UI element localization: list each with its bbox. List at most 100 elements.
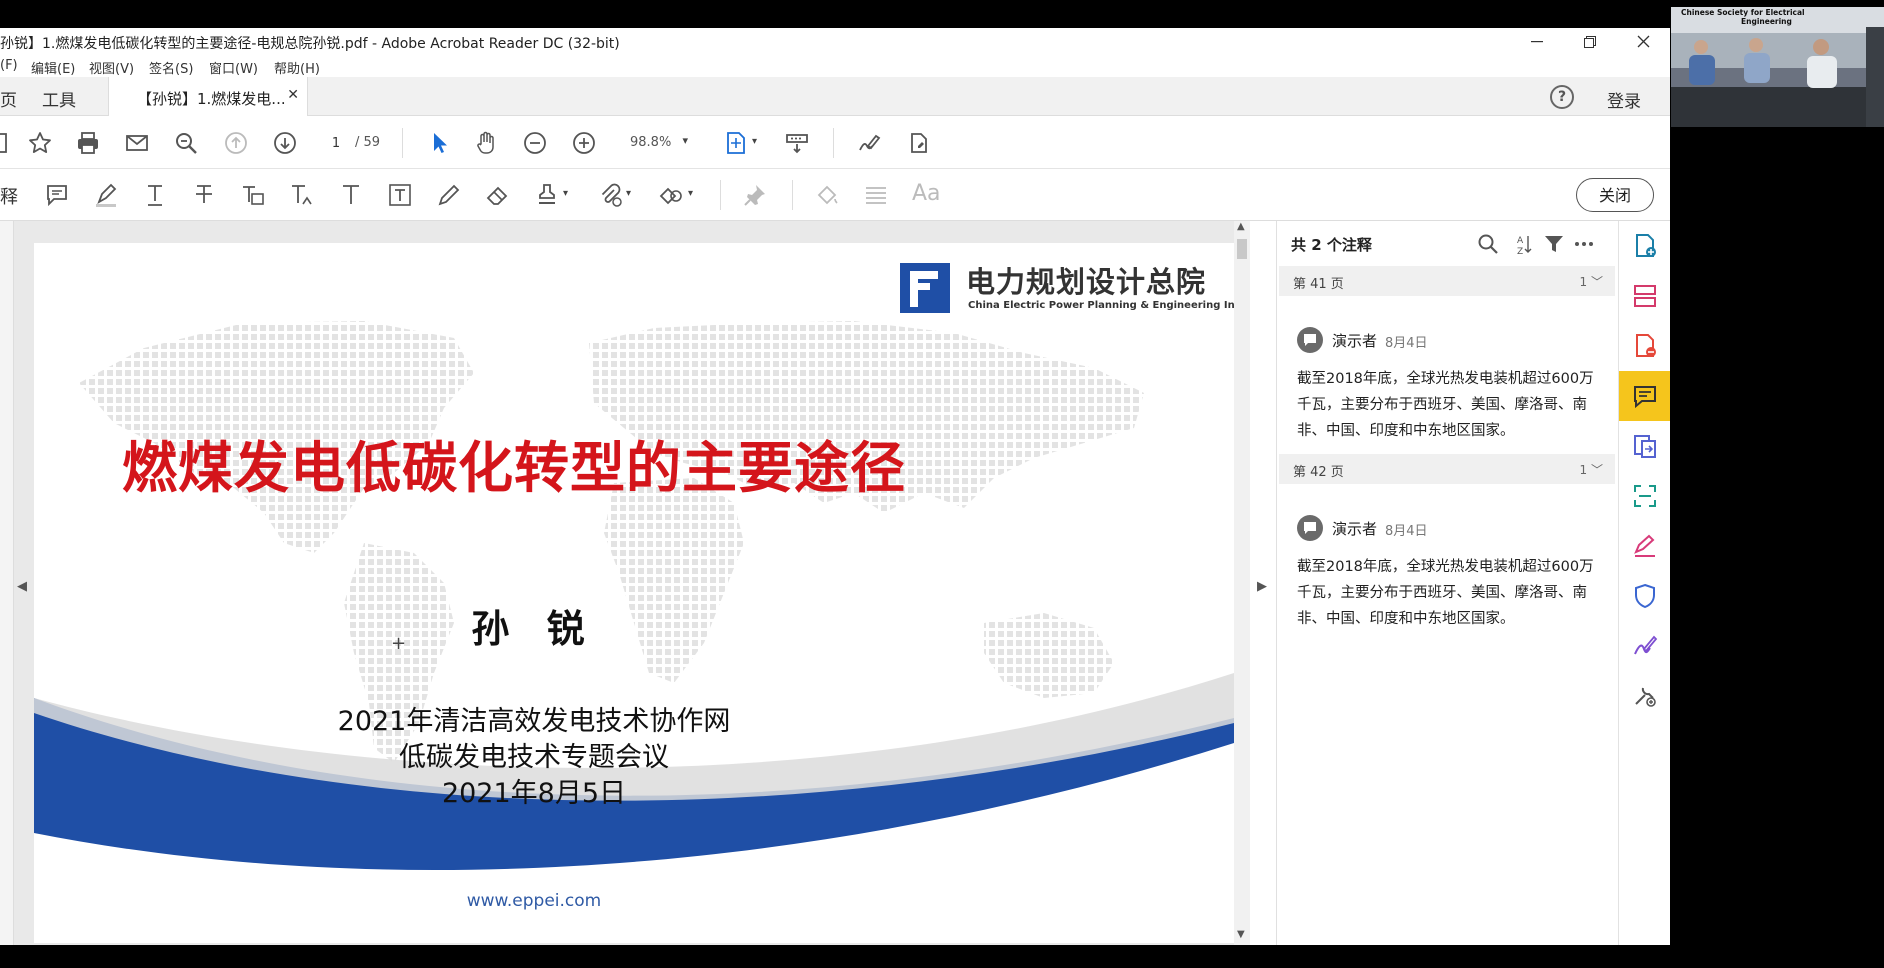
comments-count-header: 共 2 个注释 [1291, 236, 1372, 254]
hand-tool-icon[interactable] [471, 128, 501, 158]
menu-sign[interactable]: 签名(S) [149, 58, 193, 77]
menu-view[interactable]: 视图(V) [89, 58, 134, 77]
help-icon[interactable]: ? [1550, 85, 1574, 109]
previous-page-icon[interactable] [221, 128, 251, 158]
protect-tool-icon[interactable] [1619, 571, 1670, 621]
comment-text[interactable]: 截至2018年底，全球光热发电装机超过600万千瓦，主要分布于西班牙、美国、摩洛… [1297, 554, 1607, 632]
menu-edit[interactable]: 编辑(E) [31, 58, 75, 77]
combine-files-tool-icon[interactable] [1619, 421, 1670, 471]
attach-chevron-icon[interactable]: ▾ [626, 188, 631, 199]
scroll-down-icon[interactable]: ▼ [1237, 929, 1245, 940]
shapes-chevron-icon[interactable]: ▾ [688, 188, 693, 199]
zoom-in-icon[interactable] [569, 128, 599, 158]
close-window-button[interactable] [1620, 28, 1666, 55]
comment-toolbar-label: 注释 [0, 187, 18, 208]
document-viewer[interactable]: ◀ 电力规划设计总院 China Electric Power Planning… [0, 221, 1276, 945]
comment-date: 8月4日 [1385, 336, 1428, 351]
zoom-select[interactable]: 98.8% ▾ [618, 131, 694, 155]
search-icon[interactable] [171, 128, 201, 158]
restore-button[interactable] [1567, 28, 1613, 55]
stamp-icon[interactable] [532, 180, 562, 210]
add-text-icon[interactable] [336, 180, 366, 210]
comment-tool-icon[interactable] [1619, 371, 1670, 421]
pencil-icon[interactable] [434, 180, 464, 210]
world-map-background [34, 321, 1234, 871]
sticky-note-icon[interactable] [42, 180, 72, 210]
video-conference-thumbnail[interactable]: Chinese Society for Electrical Engineeri… [1671, 7, 1884, 127]
attach-icon[interactable] [595, 180, 625, 210]
vertical-scrollbar[interactable]: ▲ ▼ [1234, 221, 1250, 945]
toolbar-divider [402, 128, 403, 158]
scrollbar-thumb[interactable] [1237, 239, 1247, 259]
more-options-icon[interactable] [1571, 231, 1597, 257]
fit-page-chevron-icon[interactable]: ▾ [752, 136, 757, 147]
tab-close-icon[interactable]: ✕ [287, 87, 299, 103]
text-box-icon[interactable] [385, 180, 415, 210]
comment-text[interactable]: 截至2018年底，全球光热发电装机超过600万千瓦，主要分布于西班牙、美国、摩洛… [1297, 366, 1607, 444]
color-fill-icon[interactable] [812, 180, 842, 210]
strikethrough-icon[interactable] [189, 180, 219, 210]
email-icon[interactable] [122, 128, 152, 158]
page-number-input[interactable] [320, 131, 352, 155]
zoom-value: 98.8% [630, 135, 672, 150]
save-icon[interactable] [0, 128, 12, 158]
expand-left-pane-icon[interactable]: ◀ [17, 579, 27, 594]
request-signature-tool-icon[interactable] [1619, 621, 1670, 671]
crosshair-cursor-icon: + [391, 633, 407, 654]
toolbar-divider [720, 180, 721, 210]
svg-text:Z: Z [1517, 247, 1523, 255]
website-link[interactable]: www.eppei.com [34, 891, 1234, 911]
line-weight-icon[interactable] [861, 180, 891, 210]
star-icon[interactable] [25, 128, 55, 158]
organize-pages-tool-icon[interactable] [1619, 271, 1670, 321]
menu-file[interactable]: (F) [0, 58, 18, 73]
tab-document[interactable]: 【孙锐】1.燃煤发电... ✕ [108, 77, 308, 117]
replace-text-icon[interactable] [238, 180, 268, 210]
conference-line-2: 低碳发电技术专题会议 [399, 742, 669, 773]
eraser-icon[interactable] [483, 180, 513, 210]
stamp-chevron-icon[interactable]: ▾ [563, 188, 568, 199]
login-link[interactable]: 登录 [1607, 87, 1641, 112]
tab-tools[interactable]: 工具 [42, 86, 76, 111]
close-comment-tool-button[interactable]: 关闭 [1576, 178, 1654, 212]
restore-icon [1584, 35, 1596, 48]
insert-text-icon[interactable] [287, 180, 317, 210]
print-icon[interactable] [73, 128, 103, 158]
minimize-button[interactable] [1514, 28, 1560, 55]
fit-page-icon[interactable] [721, 128, 751, 158]
scroll-up-icon[interactable]: ▲ [1237, 221, 1245, 232]
menu-window[interactable]: 窗口(W) [209, 58, 258, 77]
toolbar-divider [792, 180, 793, 210]
sort-icon[interactable]: AZ [1510, 231, 1536, 257]
minimize-icon [1531, 40, 1543, 42]
collapse-right-pane-icon[interactable]: ▶ [1257, 579, 1267, 594]
search-comments-icon[interactable] [1475, 231, 1501, 257]
highlight-icon[interactable] [91, 180, 121, 210]
comment-author: 演示者 [1332, 520, 1378, 538]
comment-page-group[interactable]: 第 41 页 1 ﹀ [1279, 266, 1615, 296]
font-tool-icon[interactable]: Aa [912, 181, 941, 206]
select-cursor-icon[interactable] [424, 128, 454, 158]
export-pdf-tool-icon[interactable] [1619, 321, 1670, 371]
more-tools-icon[interactable] [1619, 671, 1670, 721]
read-mode-icon[interactable] [782, 128, 812, 158]
chevron-down-icon: ▾ [682, 134, 688, 147]
filter-icon[interactable] [1541, 231, 1567, 257]
slide-title: 燃煤发电低碳化转型的主要途径 [121, 436, 906, 500]
window-title: 孙锐】1.燃煤发电低碳化转型的主要途径-电规总院孙锐.pdf - Adobe A… [0, 36, 620, 52]
shapes-icon[interactable] [656, 180, 686, 210]
next-page-icon[interactable] [270, 128, 300, 158]
zoom-out-icon[interactable] [520, 128, 550, 158]
underline-text-icon[interactable] [140, 180, 170, 210]
comment-page-count: 1 ﹀ [1579, 275, 1603, 289]
send-for-signature-icon[interactable] [904, 128, 934, 158]
menu-help[interactable]: 帮助(H) [274, 58, 320, 77]
fill-sign-icon[interactable] [854, 128, 884, 158]
svg-text:A: A [1517, 236, 1524, 246]
create-pdf-tool-icon[interactable] [1619, 221, 1670, 271]
pin-icon[interactable] [740, 180, 770, 210]
comment-page-group[interactable]: 第 42 页 1 ﹀ [1279, 454, 1615, 484]
fill-and-sign-tool-icon[interactable] [1619, 521, 1670, 571]
tab-home[interactable]: 页 [0, 86, 17, 111]
scan-tool-icon[interactable] [1619, 471, 1670, 521]
